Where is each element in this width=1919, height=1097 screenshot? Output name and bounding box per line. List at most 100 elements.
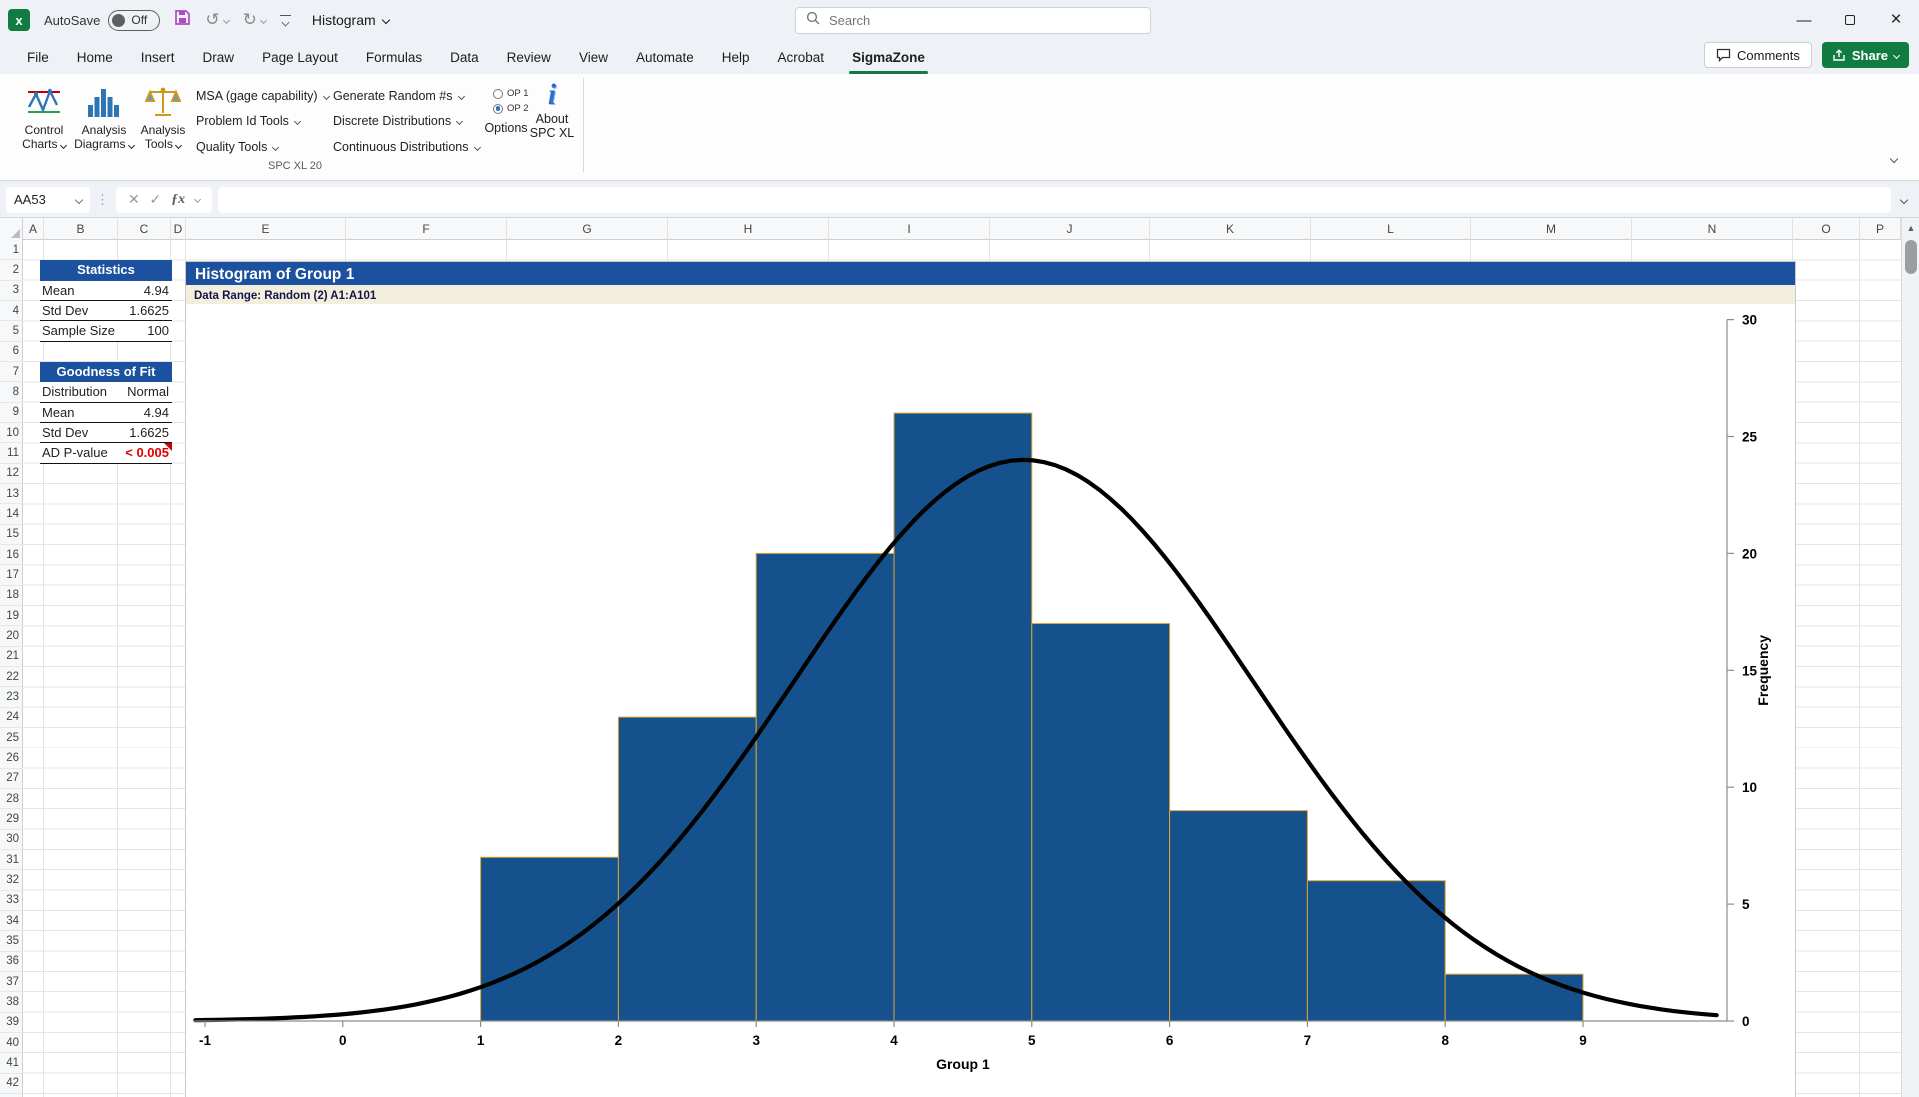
- menu-quality-tools[interactable]: Quality Tools: [196, 140, 278, 154]
- row-header-34[interactable]: 34: [0, 911, 23, 931]
- row-header-25[interactable]: 25: [0, 728, 23, 748]
- scrollbar-thumb[interactable]: [1905, 240, 1917, 274]
- scroll-up-icon[interactable]: ▲: [1902, 223, 1919, 233]
- tab-insert[interactable]: Insert: [128, 42, 188, 73]
- control-charts-button[interactable]: Control Charts: [14, 79, 74, 151]
- enter-icon[interactable]: ✓: [150, 191, 162, 208]
- collapse-ribbon-icon[interactable]: [1890, 155, 1898, 163]
- row-header-28[interactable]: 28: [0, 789, 23, 809]
- menu-msa-gage-capability-[interactable]: MSA (gage capability): [196, 89, 329, 103]
- menu-problem-id-tools[interactable]: Problem Id Tools: [196, 114, 300, 128]
- share-dropdown-icon[interactable]: [1893, 51, 1900, 58]
- row-header-18[interactable]: 18: [0, 586, 23, 606]
- title-dropdown-icon[interactable]: [381, 16, 389, 24]
- row-header-24[interactable]: 24: [0, 708, 23, 728]
- row-header-20[interactable]: 20: [0, 626, 23, 646]
- row-header-30[interactable]: 30: [0, 830, 23, 850]
- column-header-K[interactable]: K: [1150, 218, 1311, 240]
- column-header-J[interactable]: J: [990, 218, 1150, 240]
- undo-dropdown-icon[interactable]: [223, 16, 230, 23]
- insert-function-icon[interactable]: ƒx: [171, 192, 185, 208]
- worksheet[interactable]: ABCDEFGHIJKLMNOP 12345678910111213141516…: [0, 218, 1901, 1097]
- row-header-13[interactable]: 13: [0, 484, 23, 504]
- row-header-39[interactable]: 39: [0, 1013, 23, 1033]
- row-header-36[interactable]: 36: [0, 952, 23, 972]
- row-header-3[interactable]: 3: [0, 281, 23, 301]
- select-all-corner[interactable]: [0, 218, 23, 240]
- row-header-26[interactable]: 26: [0, 748, 23, 768]
- column-header-N[interactable]: N: [1632, 218, 1793, 240]
- menu-discrete-distributions[interactable]: Discrete Distributions: [333, 114, 462, 128]
- column-header-L[interactable]: L: [1311, 218, 1471, 240]
- share-button[interactable]: Share: [1822, 42, 1909, 68]
- row-header-29[interactable]: 29: [0, 809, 23, 829]
- row-header-1[interactable]: 1: [0, 240, 23, 260]
- column-header-A[interactable]: A: [23, 218, 44, 240]
- name-box[interactable]: AA53: [6, 187, 90, 213]
- close-button[interactable]: ×: [1873, 0, 1919, 40]
- cancel-icon[interactable]: ✕: [128, 191, 140, 208]
- tab-sigmazone[interactable]: SigmaZone: [839, 42, 938, 73]
- menu-continuous-distributions[interactable]: Continuous Distributions: [333, 140, 480, 154]
- search-input[interactable]: [829, 13, 1140, 28]
- row-header-42[interactable]: 42: [0, 1074, 23, 1094]
- redo-button[interactable]: ↻: [243, 10, 266, 30]
- row-header-38[interactable]: 38: [0, 992, 23, 1012]
- comments-button[interactable]: Comments: [1704, 42, 1812, 68]
- row-header-9[interactable]: 9: [0, 403, 23, 423]
- row-header-23[interactable]: 23: [0, 687, 23, 707]
- tab-page-layout[interactable]: Page Layout: [249, 42, 351, 73]
- row-header-12[interactable]: 12: [0, 464, 23, 484]
- op2-radio[interactable]: OP 2: [493, 103, 528, 114]
- row-header-22[interactable]: 22: [0, 667, 23, 687]
- column-header-B[interactable]: B: [44, 218, 118, 240]
- column-header-H[interactable]: H: [668, 218, 829, 240]
- tab-view[interactable]: View: [566, 42, 621, 73]
- search-bar[interactable]: [795, 7, 1151, 34]
- fx-dropdown-icon[interactable]: [194, 196, 201, 203]
- row-header-35[interactable]: 35: [0, 931, 23, 951]
- radio-icon[interactable]: [493, 104, 503, 114]
- row-header-32[interactable]: 32: [0, 870, 23, 890]
- minimize-button[interactable]: —: [1781, 0, 1827, 40]
- row-header-11[interactable]: 11: [0, 443, 23, 463]
- row-header-17[interactable]: 17: [0, 565, 23, 585]
- row-header-14[interactable]: 14: [0, 504, 23, 524]
- row-header-37[interactable]: 37: [0, 972, 23, 992]
- formula-input[interactable]: [218, 187, 1891, 213]
- column-header-F[interactable]: F: [346, 218, 507, 240]
- op1-radio[interactable]: OP 1: [493, 88, 528, 99]
- name-box-dropdown-icon[interactable]: [75, 195, 83, 203]
- undo-button[interactable]: ↺: [205, 10, 228, 30]
- column-header-M[interactable]: M: [1471, 218, 1632, 240]
- row-header-19[interactable]: 19: [0, 606, 23, 626]
- analysis-tools-button[interactable]: Analysis Tools: [133, 79, 193, 151]
- document-title[interactable]: Histogram: [312, 12, 389, 28]
- row-header-7[interactable]: 7: [0, 362, 23, 382]
- about-spcxl-button[interactable]: i About SPC XL: [525, 78, 579, 140]
- row-header-2[interactable]: 2: [0, 260, 23, 280]
- row-header-27[interactable]: 27: [0, 769, 23, 789]
- tab-help[interactable]: Help: [709, 42, 763, 73]
- customize-toolbar-icon[interactable]: [280, 15, 292, 26]
- column-headers[interactable]: ABCDEFGHIJKLMNOP: [0, 218, 1901, 240]
- tab-draw[interactable]: Draw: [190, 42, 248, 73]
- tab-home[interactable]: Home: [64, 42, 126, 73]
- column-header-I[interactable]: I: [829, 218, 990, 240]
- row-header-15[interactable]: 15: [0, 525, 23, 545]
- column-header-P[interactable]: P: [1860, 218, 1901, 240]
- save-icon[interactable]: [174, 9, 191, 31]
- row-header-31[interactable]: 31: [0, 850, 23, 870]
- row-header-4[interactable]: 4: [0, 301, 23, 321]
- row-header-10[interactable]: 10: [0, 423, 23, 443]
- analysis-diagrams-button[interactable]: Analysis Diagrams: [74, 79, 134, 151]
- radio-icon[interactable]: [493, 89, 503, 99]
- column-header-D[interactable]: D: [171, 218, 186, 240]
- row-header-21[interactable]: 21: [0, 647, 23, 667]
- redo-dropdown-icon[interactable]: [260, 16, 267, 23]
- column-header-G[interactable]: G: [507, 218, 668, 240]
- autosave-toggle[interactable]: Off: [108, 10, 160, 31]
- row-header-40[interactable]: 40: [0, 1033, 23, 1053]
- tab-review[interactable]: Review: [494, 42, 564, 73]
- row-header-16[interactable]: 16: [0, 545, 23, 565]
